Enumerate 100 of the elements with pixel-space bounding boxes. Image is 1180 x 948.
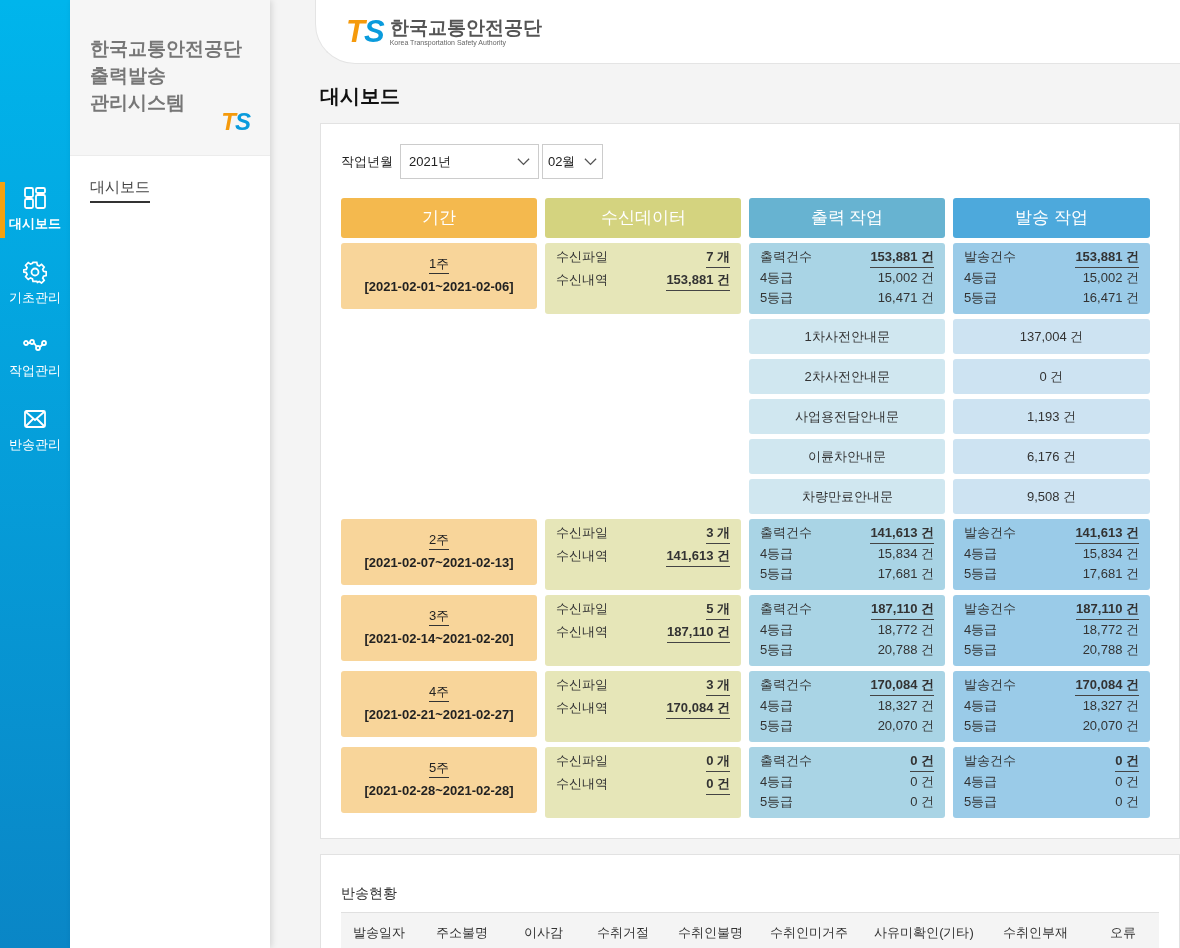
select-field[interactable]: 2021년 [400,144,539,179]
row-label: 발송건수 [964,600,1016,618]
row-value: 153,881 건 [666,270,730,291]
row-label: 출력건수 [760,600,812,618]
row-value: 170,084 건 [1075,675,1139,696]
row-value: 20,070 건 [1082,717,1139,735]
week-label: 1주 [428,255,450,275]
row-label: 출력건수 [760,524,812,542]
sidebar-title: 관리시스템 [90,91,185,115]
row-label: 5등급 [964,793,998,811]
logo-mark: TS [346,16,384,47]
row-value: 187,110 건 [1076,599,1139,620]
date-range: [2021-02-01~2021-02-06] [364,278,514,297]
section-title: 반송현황 [341,884,397,903]
row-label: 수신내역 [556,623,608,641]
date-range: [2021-02-21~2021-02-27] [364,706,514,725]
row-value: 3 개 [706,523,730,544]
logo-mark: TS [221,110,250,134]
row-value: 18,772 건 [1082,621,1139,639]
grid-icon [23,186,47,210]
column-header: 수신데이터 [545,198,741,238]
row-value: 16,471 건 [1082,289,1139,307]
row-value: 18,327 건 [877,697,934,715]
column-header: 기간 [341,198,537,238]
row-label: 5등급 [964,641,998,659]
sidebar-title: 출력발송 [90,64,166,88]
row-label: 발송건수 [964,752,1016,770]
row-value: 170,084 건 [666,698,730,719]
row-value: 0 개 [706,751,730,772]
row-label: 출력건수 [760,248,812,266]
notice-label: 사업용전담안내문 [749,399,945,434]
row-label: 출력건수 [760,676,812,694]
row-value: 17,681 건 [1082,565,1139,583]
row-label: 수신내역 [556,775,608,793]
nav-item[interactable]: 대시보드 [0,182,70,238]
row-label: 4등급 [760,773,794,791]
row-label: 수신내역 [556,271,608,289]
row-value: 7 개 [706,247,730,268]
row-label: 발송건수 [964,524,1016,542]
week-label: 3주 [428,607,450,627]
row-label: 5등급 [964,717,998,735]
row-label: 5등급 [760,641,794,659]
row-value: 187,110 건 [667,622,730,643]
row-value: 141,613 건 [666,546,730,567]
notice-label: 1차사전안내문 [749,319,945,354]
nav-item[interactable]: 작업관리 [0,329,70,385]
row-value: 5 개 [706,599,730,620]
row-value: 0 건 [910,751,934,772]
row-label: 5등급 [760,717,794,735]
settings-icon [23,259,47,284]
row-label: 수신파일 [556,248,608,266]
column-header: 수취인부재 [1001,924,1069,943]
row-label: 4등급 [964,773,998,791]
row-label: 4등급 [964,621,998,639]
row-label: 수신파일 [556,752,608,770]
date-range: [2021-02-28~2021-02-28] [364,782,514,801]
row-value: 20,070 건 [877,717,934,735]
row-value: 141,613 건 [1075,523,1139,544]
row-label: 4등급 [964,545,998,563]
nav-item[interactable]: 기초관리 [0,255,70,311]
chevron-down-icon [517,157,530,166]
row-value: 15,834 건 [877,545,934,563]
notice-count: 1,193 건 [953,399,1150,434]
row-label: 4등급 [760,621,794,639]
column-header: 이사감 [522,924,564,943]
row-label: 5등급 [964,565,998,583]
row-label: 발송건수 [964,248,1016,266]
notice-label: 차량만료안내문 [749,479,945,514]
row-label: 5등급 [760,289,794,307]
week-label: 2주 [428,531,450,551]
row-value: 15,834 건 [1082,545,1139,563]
row-value: 18,772 건 [877,621,934,639]
row-label: 5등급 [964,289,998,307]
sidebar-menu-item[interactable]: 대시보드 [90,176,150,203]
week-label: 4주 [428,683,450,703]
org-name: 한국교통안전공단 [389,17,542,37]
column-header: 주소불명 [435,924,489,943]
row-value: 0 건 [1115,773,1139,791]
nav-item[interactable]: 반송관리 [0,402,70,458]
row-label: 4등급 [964,697,998,715]
row-value: 3 개 [706,675,730,696]
row-label: 5등급 [760,565,794,583]
row-value: 187,110 건 [871,599,934,620]
row-label: 4등급 [964,269,998,287]
select-field[interactable]: 02월 [542,144,603,179]
column-header: 수취인불명 [676,924,744,943]
row-value: 16,471 건 [877,289,934,307]
date-range: [2021-02-07~2021-02-13] [364,554,514,573]
column-header: 수취거절 [596,924,650,943]
row-value: 0 건 [1115,793,1139,811]
row-value: 153,881 건 [1075,247,1139,268]
row-value: 141,613 건 [870,523,934,544]
row-value: 15,002 건 [1082,269,1139,287]
notice-count: 0 건 [953,359,1150,394]
row-label: 4등급 [760,545,794,563]
row-value: 0 건 [1115,751,1139,772]
notice-count: 6,176 건 [953,439,1150,474]
row-label: 4등급 [760,269,794,287]
column-header: 수취인미거주 [769,924,849,943]
notice-count: 9,508 건 [953,479,1150,514]
